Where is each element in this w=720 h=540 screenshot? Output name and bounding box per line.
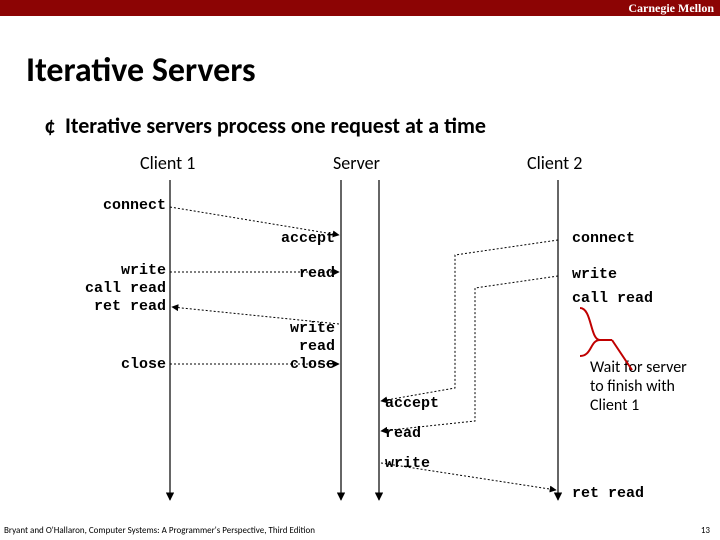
sequence-diagram: [0, 0, 720, 540]
